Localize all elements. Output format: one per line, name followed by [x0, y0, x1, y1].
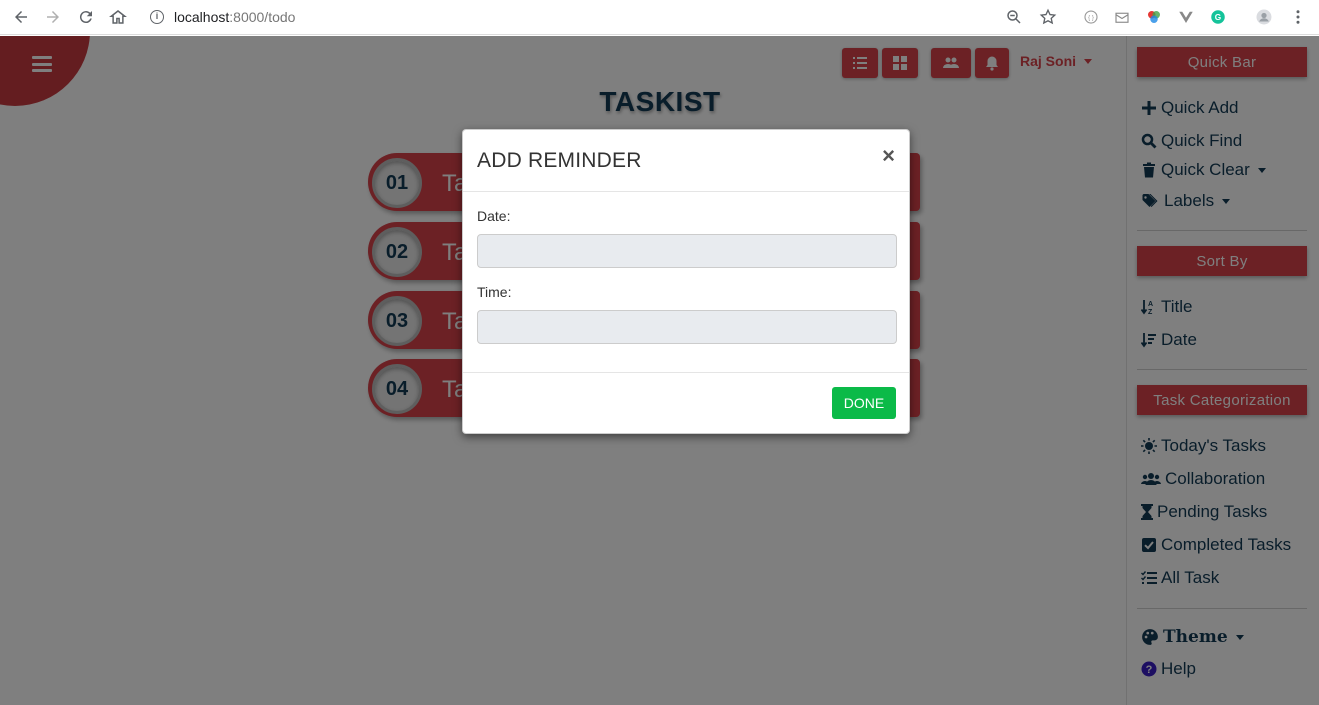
time-input[interactable] — [477, 310, 897, 344]
extension-mail-icon[interactable] — [1113, 8, 1131, 26]
bookmark-star-icon[interactable] — [1039, 8, 1057, 26]
forward-icon[interactable] — [42, 6, 64, 28]
extension-json-icon[interactable]: { } — [1082, 8, 1100, 26]
home-icon[interactable] — [107, 6, 129, 28]
address-bar[interactable]: i localhost:8000/todo — [150, 7, 295, 27]
svg-text:G: G — [1215, 13, 1221, 22]
url-path: :8000/todo — [229, 9, 296, 25]
add-reminder-modal: ADD REMINDER × Date: Time: DONE — [462, 129, 910, 434]
browser-toolbar: i localhost:8000/todo { } G — [0, 0, 1319, 35]
profile-avatar-icon[interactable] — [1255, 8, 1273, 26]
close-icon[interactable]: × — [882, 143, 895, 169]
extension-color-icon[interactable] — [1145, 8, 1163, 26]
back-icon[interactable] — [10, 6, 32, 28]
reload-icon[interactable] — [75, 6, 97, 28]
date-input[interactable] — [477, 234, 897, 268]
modal-header: ADD REMINDER × — [463, 130, 909, 192]
info-icon[interactable]: i — [150, 10, 164, 24]
done-button[interactable]: DONE — [832, 387, 896, 419]
date-label: Date: — [477, 208, 511, 224]
time-label: Time: — [477, 284, 512, 300]
extension-grammarly-icon[interactable]: G — [1209, 8, 1227, 26]
url-host: localhost — [174, 9, 230, 25]
modal-body: Date: Time: — [463, 192, 909, 373]
zoom-icon[interactable] — [1005, 8, 1023, 26]
svg-text:{ }: { } — [1088, 15, 1094, 21]
extension-vue-icon[interactable] — [1177, 8, 1195, 26]
modal-title: ADD REMINDER — [477, 149, 642, 172]
browser-menu-icon[interactable] — [1289, 8, 1307, 26]
